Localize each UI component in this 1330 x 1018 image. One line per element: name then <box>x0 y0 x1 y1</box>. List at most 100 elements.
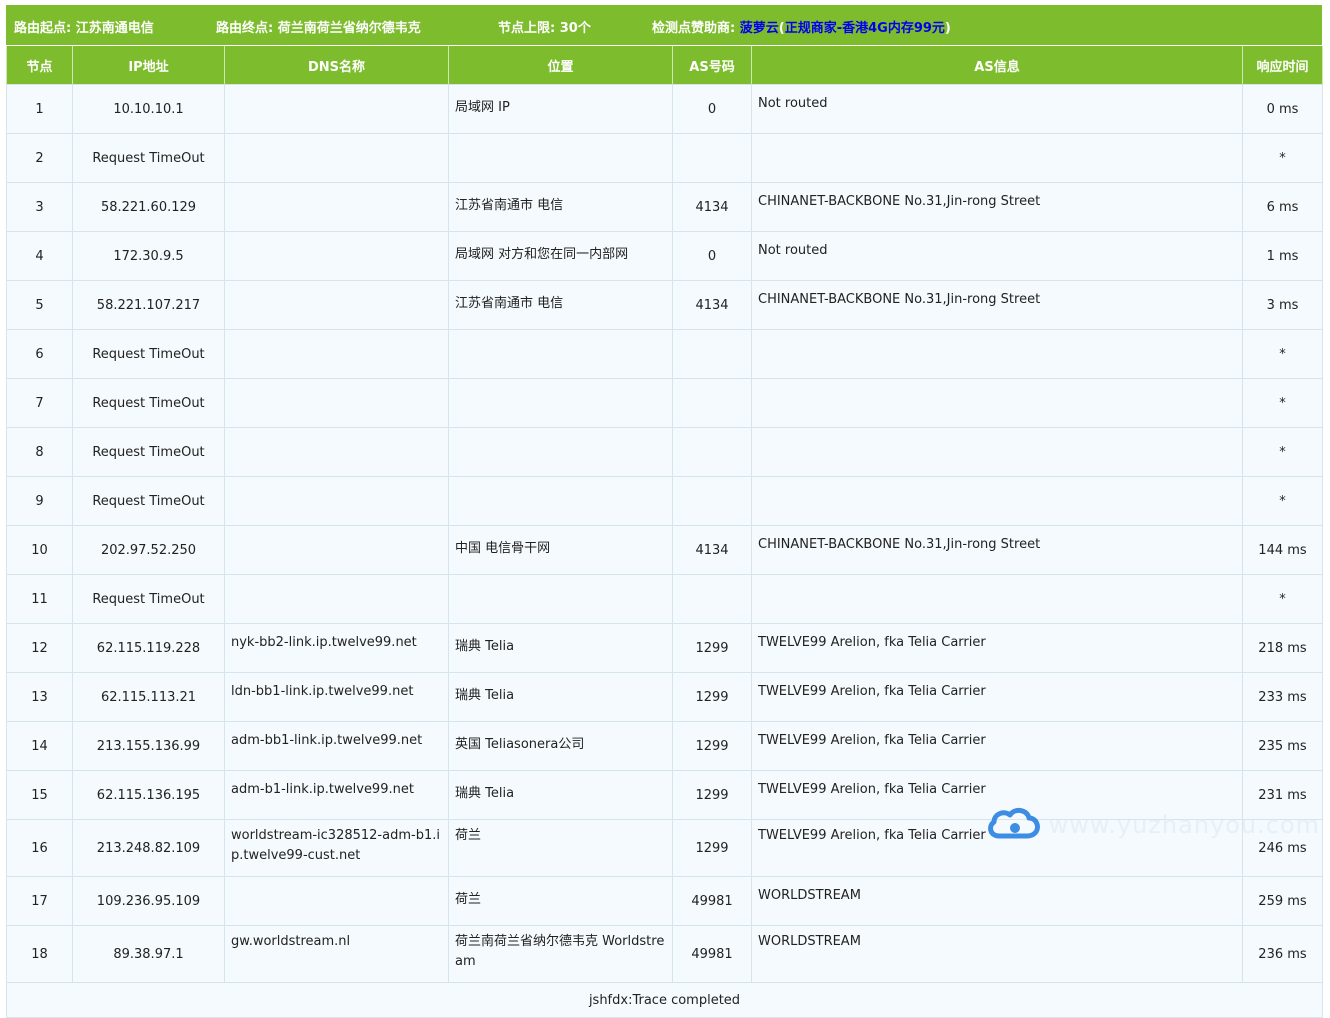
table-row: 14 213.155.136.99 adm-bb1-link.ip.twelve99… <box>6 721 1323 771</box>
cell-location: 江苏省南通市 电信 <box>448 280 673 330</box>
cell-asinfo <box>751 427 1243 477</box>
cell-hop: 3 <box>6 182 73 232</box>
table-row: 1 10.10.10.1 局域网 IP 0 Not routed 0 ms <box>6 84 1323 134</box>
route-end: 路由终点: 荷兰南荷兰省纳尔德韦克 <box>216 17 421 36</box>
cell-time: 259 ms <box>1242 876 1323 926</box>
cell-location <box>448 329 673 379</box>
trace-rows: 1 10.10.10.1 局域网 IP 0 Not routed 0 ms 2 Request… <box>6 84 1323 983</box>
cell-time: 235 ms <box>1242 721 1323 771</box>
cell-dns <box>224 876 449 926</box>
cell-asinfo: Not routed <box>751 84 1243 134</box>
cell-asinfo <box>751 133 1243 183</box>
cell-asn <box>672 427 752 477</box>
cell-location: 瑞典 Telia <box>448 770 673 820</box>
cell-asinfo <box>751 476 1243 526</box>
cell-ip: Request TimeOut <box>72 476 225 526</box>
cell-hop: 9 <box>6 476 73 526</box>
cell-hop: 5 <box>6 280 73 330</box>
cell-asinfo: TWELVE99 Arelion, fka Telia Carrier <box>751 672 1243 722</box>
cell-asn: 1299 <box>672 672 752 722</box>
cell-location: 中国 电信骨干网 <box>448 525 673 575</box>
cell-ip: 58.221.107.217 <box>72 280 225 330</box>
cell-dns: nyk-bb2-link.ip.twelve99.net <box>224 623 449 673</box>
trace-status: jshfdx:Trace completed <box>6 982 1323 1018</box>
cell-asn <box>672 574 752 624</box>
route-start-label: 路由起点: <box>14 21 72 36</box>
route-summary-bar: 路由起点: 江苏南通电信 路由终点: 荷兰南荷兰省纳尔德韦克 节点上限: 30个… <box>6 5 1322 46</box>
table-row: 10 202.97.52.250 中国 电信骨干网 4134 CHINANET-BACK… <box>6 525 1323 575</box>
cell-asinfo <box>751 574 1243 624</box>
watermark-text: www.yuzhanyou.com <box>1048 811 1320 839</box>
col-header-hop: 节点 <box>6 46 73 85</box>
table-header-row: 节点 IP地址 DNS名称 位置 AS号码 AS信息 响应时间 <box>6 46 1323 85</box>
cell-time: 218 ms <box>1242 623 1323 673</box>
route-end-value: 荷兰南荷兰省纳尔德韦克 <box>277 21 421 36</box>
trace-panel: 路由起点: 江苏南通电信 路由终点: 荷兰南荷兰省纳尔德韦克 节点上限: 30个… <box>6 5 1323 1018</box>
cell-asinfo <box>751 329 1243 379</box>
cell-asn: 0 <box>672 84 752 134</box>
table-row: 13 62.115.113.21 ldn-bb1-link.ip.twelve99.… <box>6 672 1323 722</box>
col-header-asn: AS号码 <box>672 46 752 85</box>
cell-hop: 17 <box>6 876 73 926</box>
cell-time: 0 ms <box>1242 84 1323 134</box>
cell-asinfo: WORLDSTREAM <box>751 876 1243 926</box>
col-header-location: 位置 <box>448 46 673 85</box>
sponsor-label: 检测点赞助商: <box>652 21 736 36</box>
cell-asinfo: TWELVE99 Arelion, fka Telia Carrier <box>751 721 1243 771</box>
cell-asn: 4134 <box>672 525 752 575</box>
cell-time: * <box>1242 133 1323 183</box>
table-row: 5 58.221.107.217 江苏省南通市 电信 4134 CHINANET-BAC… <box>6 280 1323 330</box>
sponsor-desc-link[interactable]: 正规商家-香港4G内存99元 <box>785 21 945 36</box>
cell-asn: 1299 <box>672 770 752 820</box>
cell-ip: 172.30.9.5 <box>72 231 225 281</box>
cell-dns <box>224 231 449 281</box>
hop-limit: 节点上限: 30个 <box>498 17 591 36</box>
cell-time: * <box>1242 476 1323 526</box>
cell-asn: 49981 <box>672 925 752 983</box>
cell-ip: Request TimeOut <box>72 574 225 624</box>
cell-dns: adm-bb1-link.ip.twelve99.net <box>224 721 449 771</box>
col-header-asinfo: AS信息 <box>751 46 1243 85</box>
table-row: 8 Request TimeOut * <box>6 427 1323 477</box>
cell-ip: 213.155.136.99 <box>72 721 225 771</box>
hop-limit-value: 30个 <box>559 21 591 36</box>
table-row: 6 Request TimeOut * <box>6 329 1323 379</box>
cell-hop: 11 <box>6 574 73 624</box>
table-row: 3 58.221.60.129 江苏省南通市 电信 4134 CHINANET-BACK… <box>6 182 1323 232</box>
cell-asinfo <box>751 378 1243 428</box>
cell-time: 3 ms <box>1242 280 1323 330</box>
cell-asn: 1299 <box>672 819 752 877</box>
trace-table: 节点 IP地址 DNS名称 位置 AS号码 AS信息 响应时间 1 10.10.1… <box>6 46 1323 1018</box>
cell-asn: 0 <box>672 231 752 281</box>
cloud-logo-icon <box>985 806 1041 844</box>
cell-ip: 62.115.136.195 <box>72 770 225 820</box>
cell-dns <box>224 133 449 183</box>
cell-ip: Request TimeOut <box>72 427 225 477</box>
cell-dns: adm-b1-link.ip.twelve99.net <box>224 770 449 820</box>
cell-ip: 89.38.97.1 <box>72 925 225 983</box>
cell-hop: 12 <box>6 623 73 673</box>
cell-location <box>448 133 673 183</box>
cell-asinfo: TWELVE99 Arelion, fka Telia Carrier <box>751 623 1243 673</box>
cell-asn: 4134 <box>672 280 752 330</box>
cell-location: 荷兰 <box>448 876 673 926</box>
cell-dns <box>224 574 449 624</box>
sponsor-name-link[interactable]: 菠萝云 <box>740 21 779 36</box>
cell-asn: 49981 <box>672 876 752 926</box>
table-row: 17 109.236.95.109 荷兰 49981 WORLDSTREAM 259 ms <box>6 876 1323 926</box>
table-row: 18 89.38.97.1 gw.worldstream.nl 荷兰南荷兰省纳尔德韦克… <box>6 925 1323 983</box>
cell-ip: 213.248.82.109 <box>72 819 225 877</box>
cell-asn: 4134 <box>672 182 752 232</box>
hop-limit-label: 节点上限: <box>498 21 556 36</box>
cell-hop: 6 <box>6 329 73 379</box>
route-start: 路由起点: 江苏南通电信 <box>14 17 154 36</box>
cell-dns <box>224 476 449 526</box>
cell-hop: 2 <box>6 133 73 183</box>
cell-time: 1 ms <box>1242 231 1323 281</box>
route-end-label: 路由终点: <box>216 21 274 36</box>
route-start-value: 江苏南通电信 <box>75 21 154 36</box>
cell-dns <box>224 525 449 575</box>
cell-dns: gw.worldstream.nl <box>224 925 449 983</box>
cell-location: 荷兰 <box>448 819 673 877</box>
cell-location: 局域网 IP <box>448 84 673 134</box>
